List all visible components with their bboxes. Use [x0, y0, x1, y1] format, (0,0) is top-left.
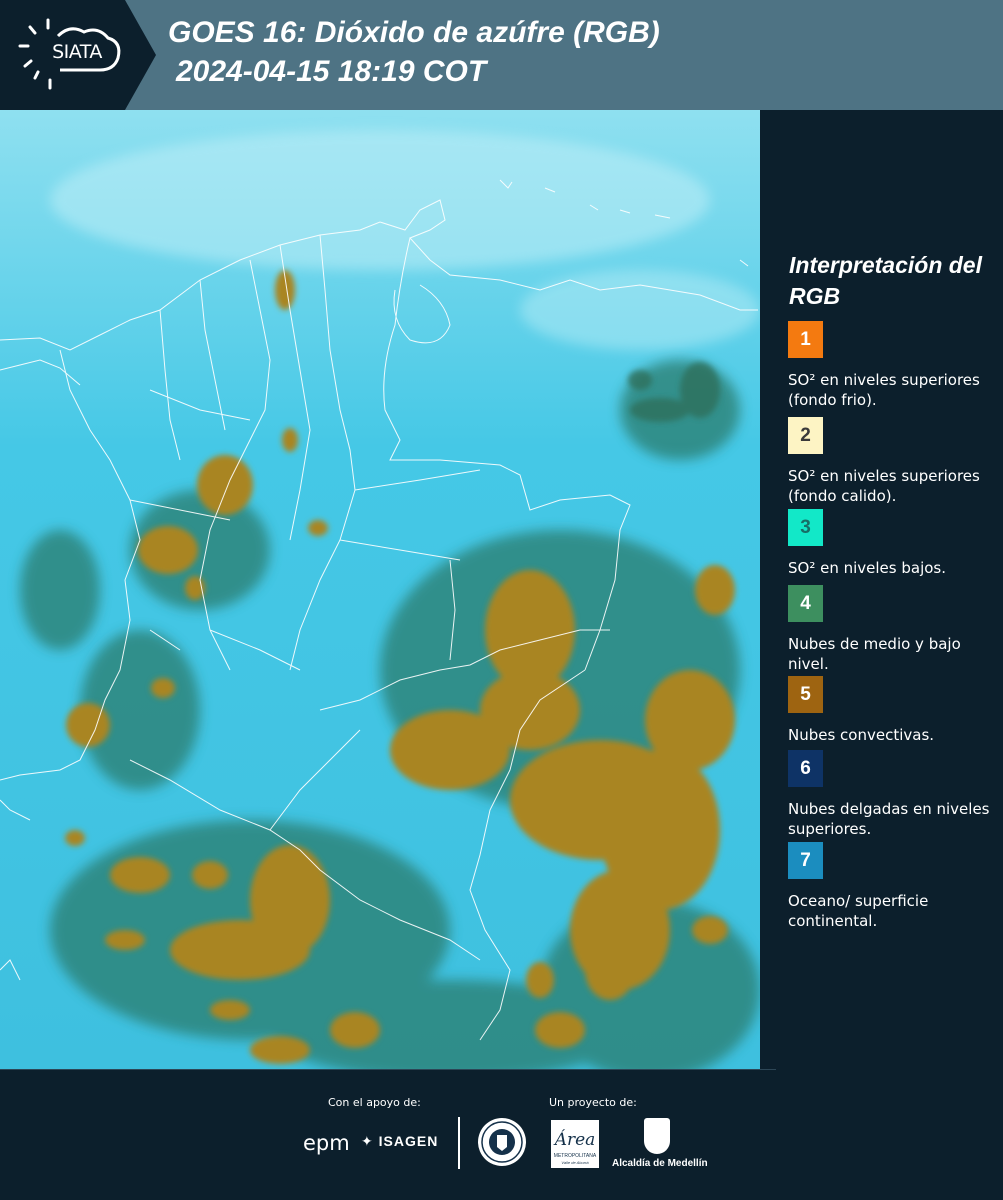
isagen-logo: ✦ ISAGEN — [361, 1133, 438, 1150]
university-seal-icon — [478, 1118, 526, 1166]
legend-number: 7 — [800, 849, 811, 871]
legend-item-6: 6 Nubes delgadas en niveles superiores. — [788, 750, 998, 839]
area-logo-sub2: Valle de Aburrá — [561, 1160, 589, 1165]
siata-logo: SIATA — [0, 0, 156, 110]
siata-logo-text: SIATA — [52, 41, 102, 63]
page-timestamp: 2024-04-15 18:19 COT — [176, 55, 487, 88]
legend-swatch: 6 — [788, 750, 823, 787]
divider — [0, 1069, 776, 1070]
legend-number: 4 — [800, 592, 811, 614]
legend-swatch: 5 — [788, 676, 823, 713]
legend-swatch: 4 — [788, 585, 823, 622]
legend-label: SO² en niveles superiores (fondo calido)… — [788, 467, 980, 505]
legend-swatch: 1 — [788, 321, 823, 358]
legend-swatch: 3 — [788, 509, 823, 546]
legend-panel: Interpretación del RGB 1 SO² en niveles … — [760, 110, 1003, 1070]
project-caption: Un proyecto de: — [549, 1096, 637, 1109]
legend-label: Nubes convectivas. — [788, 726, 935, 744]
legend-item-2: 2 SO² en niveles superiores (fondo calid… — [788, 417, 998, 506]
header-bar: SIATA GOES 16: Dióxido de azúfre (RGB) 2… — [0, 0, 1003, 110]
area-logo-word: Área — [554, 1130, 596, 1150]
legend-label: SO² en niveles bajos. — [788, 559, 947, 577]
page-title: GOES 16: Dióxido de azúfre (RGB) — [168, 16, 660, 49]
legend-label: SO² en niveles superiores (fondo frio). — [788, 371, 980, 409]
isagen-text: ISAGEN — [378, 1133, 439, 1149]
legend-label: Oceano/ superficie continental. — [788, 892, 929, 930]
satellite-map[interactable] — [0, 110, 760, 1070]
legend-title: Interpretación del RGB — [789, 252, 982, 309]
area-logo-sub: METROPOLITANA — [553, 1153, 597, 1159]
legend-item-3: 3 SO² en niveles bajos. — [788, 509, 998, 578]
legend-number: 1 — [800, 328, 811, 350]
legend-label: Nubes delgadas en niveles superiores. — [788, 800, 990, 838]
legend-swatch: 2 — [788, 417, 823, 454]
legend-number: 5 — [800, 683, 811, 705]
epm-logo: epm — [303, 1131, 350, 1155]
legend-swatch: 7 — [788, 842, 823, 879]
legend-label: Nubes de medio y bajo nivel. — [788, 635, 961, 673]
legend-number: 2 — [800, 424, 811, 446]
isagen-icon: ✦ — [361, 1133, 379, 1149]
legend-item-4: 4 Nubes de medio y bajo nivel. — [788, 585, 998, 674]
legend-number: 6 — [800, 757, 811, 779]
area-metropolitana-logo: Área METROPOLITANA Valle de Aburrá — [551, 1120, 599, 1168]
support-caption: Con el apoyo de: — [328, 1096, 421, 1109]
legend-item-7: 7 Oceano/ superficie continental. — [788, 842, 998, 931]
medellin-shield-icon — [644, 1118, 670, 1154]
legend-item-1: 1 SO² en niveles superiores (fondo frio)… — [788, 321, 998, 410]
legend-item-5: 5 Nubes convectivas. — [788, 676, 998, 745]
medellin-label: Alcaldía de Medellín — [612, 1158, 708, 1169]
legend-number: 3 — [800, 516, 811, 538]
footer-divider — [458, 1117, 460, 1169]
